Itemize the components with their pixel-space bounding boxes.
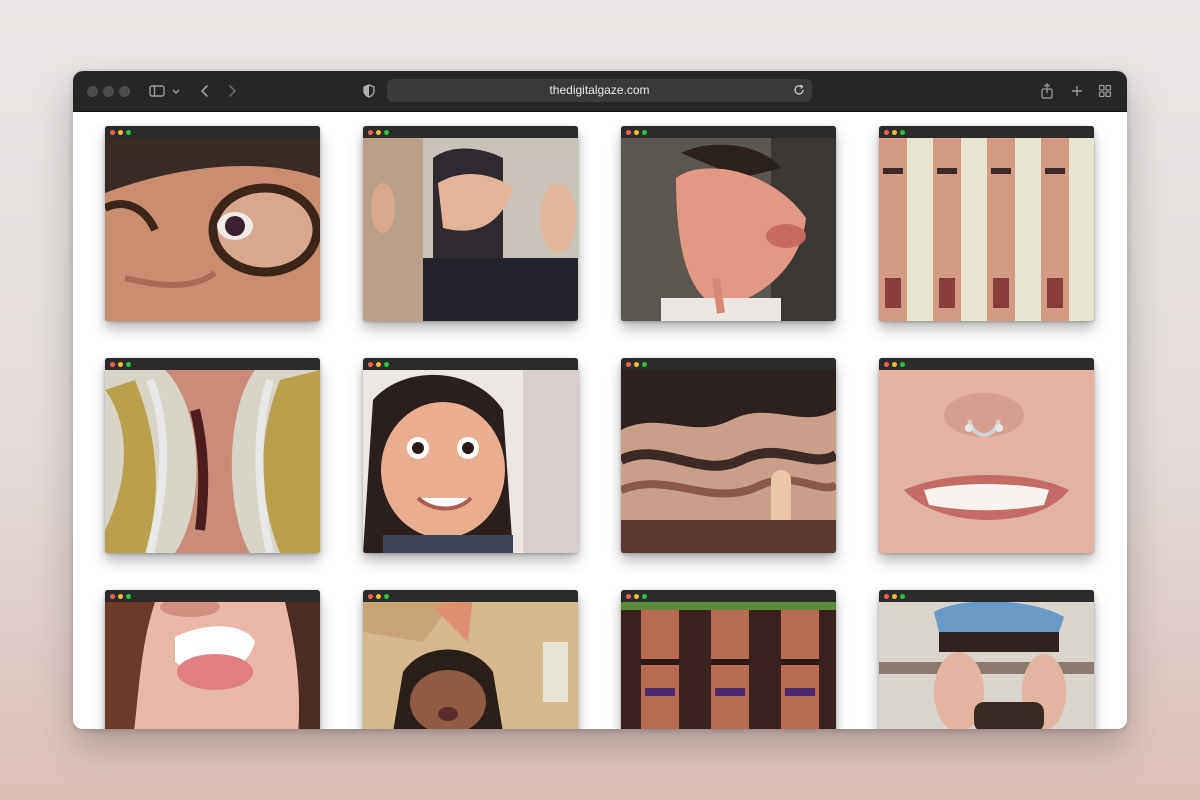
gallery-tile[interactable] — [879, 358, 1094, 553]
tile-titlebar — [621, 126, 836, 138]
gallery-tile[interactable] — [621, 126, 836, 321]
tile-titlebar — [363, 126, 578, 138]
close-window-button[interactable] — [87, 86, 98, 97]
gallery-tile[interactable] — [879, 590, 1094, 729]
address-bar[interactable]: thedigitalgaze.com — [387, 79, 812, 102]
tile-titlebar — [363, 358, 578, 370]
chevron-down-icon[interactable] — [169, 81, 183, 101]
gallery-tile[interactable] — [363, 590, 578, 729]
gallery-tile[interactable] — [621, 590, 836, 729]
distorted-face-profile-image — [621, 138, 836, 321]
gallery-tile[interactable] — [879, 126, 1094, 321]
stretched-face-cap-image — [879, 602, 1094, 729]
tab-overview-icon[interactable] — [1095, 81, 1115, 101]
zoom-window-button[interactable] — [119, 86, 130, 97]
tile-titlebar — [879, 126, 1094, 138]
tongue-out-face-image — [105, 602, 320, 729]
back-icon[interactable] — [195, 81, 215, 101]
mouth-nose-ring-image — [879, 370, 1094, 553]
gallery-tile[interactable] — [363, 126, 578, 321]
tile-titlebar — [621, 358, 836, 370]
face-closeup-glasses-image — [105, 138, 320, 321]
warped-group-selfie-image — [363, 138, 578, 321]
gallery-tile[interactable] — [363, 358, 578, 553]
repeated-wavy-faces-image — [621, 602, 836, 729]
tile-titlebar — [105, 358, 320, 370]
browser-window: thedigitalgaze.com — [73, 71, 1127, 729]
gallery-tile[interactable] — [105, 126, 320, 321]
reload-icon[interactable] — [792, 83, 806, 97]
shield-icon[interactable] — [359, 81, 379, 101]
bulging-face-selfie-image — [363, 370, 578, 553]
browser-toolbar: thedigitalgaze.com — [73, 71, 1127, 112]
forward-icon[interactable] — [222, 81, 242, 101]
new-tab-icon[interactable] — [1067, 81, 1087, 101]
sidebar-icon[interactable] — [147, 81, 167, 101]
tile-titlebar — [879, 358, 1094, 370]
minimize-window-button[interactable] — [103, 86, 114, 97]
share-icon[interactable] — [1037, 81, 1057, 101]
party-hat-selfie-image — [363, 602, 578, 729]
tile-titlebar — [879, 590, 1094, 602]
tile-titlebar — [105, 590, 320, 602]
tile-titlebar — [363, 590, 578, 602]
gallery-tile[interactable] — [621, 358, 836, 553]
tile-titlebar — [621, 590, 836, 602]
repeated-stretched-face-image — [879, 138, 1094, 321]
url-text: thedigitalgaze.com — [549, 83, 650, 97]
wavy-distorted-face-image — [621, 370, 836, 553]
swirled-mirrored-face-image — [105, 370, 320, 553]
page-content — [73, 112, 1127, 729]
tile-titlebar — [105, 126, 320, 138]
gallery-tile[interactable] — [105, 590, 320, 729]
gallery-tile[interactable] — [105, 358, 320, 553]
